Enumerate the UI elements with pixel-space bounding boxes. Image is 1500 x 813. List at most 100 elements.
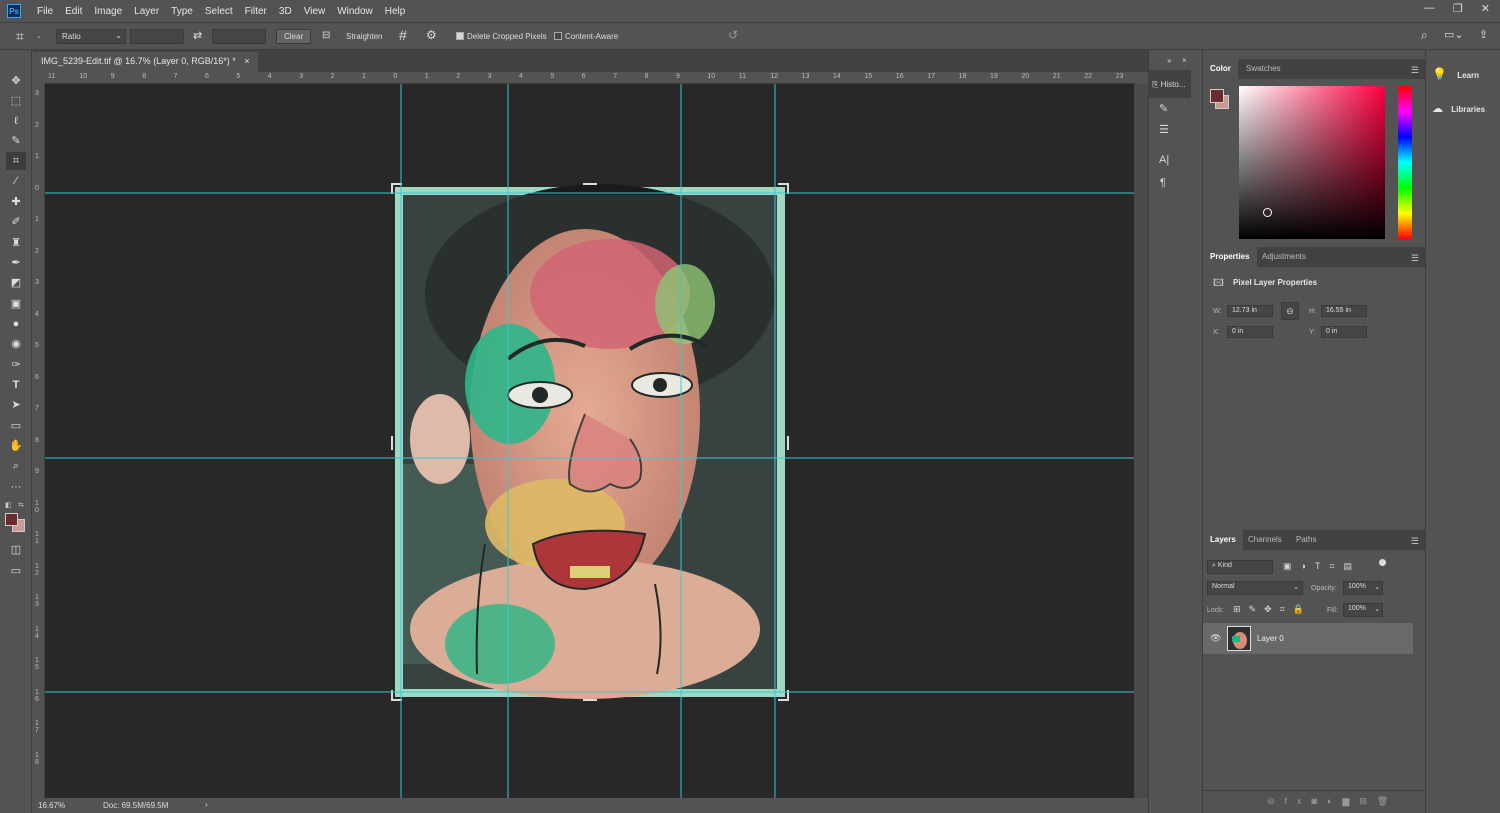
restore-icon[interactable]: ❐ <box>1453 2 1463 15</box>
vertical-ruler[interactable]: 32101234567891 01 11 21 31 41 51 61 71 8 <box>33 84 45 798</box>
healing-brush-tool-icon[interactable]: ✚ <box>6 193 26 211</box>
gradient-tool-icon[interactable]: ▣ <box>6 295 26 313</box>
menu-image[interactable]: Image <box>88 6 128 17</box>
layer-kind-filter[interactable]: ⌕ Kind <box>1207 560 1273 574</box>
ratio-select[interactable]: Ratio ⌄ <box>56 29 126 44</box>
menu-view[interactable]: View <box>298 6 332 17</box>
search-icon[interactable]: ⌕ <box>1421 28 1428 43</box>
lock-icons[interactable]: ⊞✎✥⌗🔒 <box>1233 604 1312 615</box>
color-field[interactable] <box>1239 86 1385 239</box>
menu-select[interactable]: Select <box>199 6 239 17</box>
tab-properties[interactable]: Properties <box>1203 247 1257 267</box>
menu-type[interactable]: Type <box>165 6 199 17</box>
close-tab-icon[interactable]: × <box>244 56 249 66</box>
close-icon[interactable]: ✕ <box>1481 2 1490 15</box>
tab-layers[interactable]: Layers <box>1203 530 1243 550</box>
tab-adjustments[interactable]: Adjustments <box>1255 247 1313 267</box>
visibility-eye-icon[interactable]: 👁 <box>1210 633 1221 644</box>
color-picker-cursor[interactable] <box>1263 208 1272 217</box>
layer-name[interactable]: Layer 0 <box>1257 634 1284 643</box>
share-icon[interactable]: ⇪ <box>1479 28 1488 41</box>
marquee-tool-icon[interactable]: ⬚ <box>6 92 26 110</box>
minimize-icon[interactable]: — <box>1424 2 1435 15</box>
width-field[interactable]: 12.73 in <box>1227 305 1273 317</box>
layer-footer-icons[interactable]: ⊖fx◙◐▆⊞🗑 <box>1267 796 1398 807</box>
tab-color[interactable]: Color <box>1203 59 1238 79</box>
brush-tool-icon[interactable]: ✐ <box>6 213 26 231</box>
move-tool-icon[interactable]: ✥ <box>6 72 26 90</box>
menu-filter[interactable]: Filter <box>239 6 273 17</box>
eraser-tool-icon[interactable]: ◩ <box>6 274 26 292</box>
adjust-icon[interactable]: ☰ <box>1159 123 1169 136</box>
layer-row[interactable]: 👁 Layer 0 <box>1203 623 1413 654</box>
delete-cropped-checkbox[interactable]: Delete Cropped Pixels <box>456 32 547 41</box>
document-tab[interactable]: IMG_5239-Edit.tif @ 16.7% (Layer 0, RGB/… <box>33 52 258 72</box>
height-field[interactable]: 16.55 in <box>1321 305 1367 317</box>
swap-icon[interactable]: ⇄ <box>193 29 202 42</box>
color-panel-menu-icon[interactable]: ☰ <box>1411 65 1419 76</box>
lasso-tool-icon[interactable]: ℓ <box>6 112 26 130</box>
screen-mode-icon[interactable]: ▭ <box>6 562 26 580</box>
blend-mode-select[interactable]: Normal ⌄ <box>1207 581 1303 595</box>
menu-3d[interactable]: 3D <box>273 6 298 17</box>
clear-button[interactable]: Clear <box>276 29 312 44</box>
content-aware-checkbox[interactable]: Content-Aware <box>554 32 618 41</box>
chevron-down-icon[interactable]: ⌄ <box>36 32 42 40</box>
brush-settings-icon[interactable]: ✎ <box>1159 102 1168 115</box>
rectangle-tool-icon[interactable]: ▭ <box>6 417 26 435</box>
zoom-tool-icon[interactable]: ⌕ <box>6 457 26 475</box>
straighten-icon[interactable]: ⊟ <box>322 30 330 41</box>
straighten-label[interactable]: Straighten <box>346 32 382 41</box>
dodge-tool-icon[interactable]: ◉ <box>6 335 26 353</box>
overlay-grid-icon[interactable]: # <box>399 27 407 43</box>
ratio-height-field[interactable] <box>212 29 266 44</box>
zoom-level[interactable]: 16.67% <box>38 801 65 810</box>
path-selection-tool-icon[interactable]: ➤ <box>6 396 26 414</box>
status-menu-chevron-icon[interactable]: › <box>205 800 208 809</box>
libraries-button[interactable]: ☁ Libraries <box>1432 102 1485 115</box>
blur-tool-icon[interactable]: ● <box>6 315 26 333</box>
default-colors-icon[interactable]: ◧ <box>5 501 12 509</box>
swap-colors-icon[interactable]: ⇆ <box>18 501 24 509</box>
tab-channels[interactable]: Channels <box>1241 530 1289 550</box>
pen-tool-icon[interactable]: ✑ <box>6 356 26 374</box>
menu-layer[interactable]: Layer <box>128 6 165 17</box>
canvas-area[interactable] <box>45 84 1134 798</box>
history-panel-button[interactable]: ⎘ Histo... <box>1149 70 1191 98</box>
close-dock-icon[interactable]: × <box>1182 56 1187 65</box>
gear-icon[interactable]: ⚙ <box>426 28 437 42</box>
horizontal-ruler[interactable]: 11 10 9 8 7 6 5 4 3 2 1 0 1 2 3 4 5 6 7 8 9 10 11 12 13 14 15 16 17 1… <box>45 72 1135 84</box>
expand-panels-icon[interactable]: » <box>1167 56 1171 65</box>
opacity-field[interactable]: 100% ⌄ <box>1343 581 1383 595</box>
reset-icon[interactable]: ↺ <box>728 28 738 42</box>
history-brush-tool-icon[interactable]: ✒ <box>6 254 26 272</box>
workspace-icon[interactable]: ▭⌄ <box>1444 28 1464 41</box>
type-tool-icon[interactable]: T <box>6 376 26 394</box>
hand-tool-icon[interactable]: ✋ <box>6 437 26 455</box>
crop-tool-preset-icon[interactable]: ⌗ <box>16 28 24 45</box>
clone-stamp-tool-icon[interactable]: ♜ <box>6 234 26 252</box>
paragraph-icon[interactable]: ¶ <box>1160 177 1166 189</box>
tab-paths[interactable]: Paths <box>1289 530 1323 550</box>
canvas-vertical-scroll[interactable] <box>1134 84 1148 798</box>
color-panel-foreground-swatch[interactable] <box>1210 89 1224 103</box>
more-tools-icon[interactable]: ··· <box>6 478 26 496</box>
tab-swatches[interactable]: Swatches <box>1239 59 1288 79</box>
eyedropper-tool-icon[interactable]: ⁄ <box>6 172 26 190</box>
y-field[interactable]: 0 in <box>1321 326 1367 338</box>
properties-panel-menu-icon[interactable]: ☰ <box>1411 253 1419 264</box>
foreground-color-swatch[interactable] <box>5 513 18 526</box>
menu-help[interactable]: Help <box>379 6 412 17</box>
quick-mask-icon[interactable]: ◫ <box>6 541 26 559</box>
menu-file[interactable]: File <box>31 6 59 17</box>
learn-button[interactable]: 💡 Learn <box>1432 67 1479 81</box>
crop-tool-icon[interactable]: ⌗ <box>6 152 26 170</box>
link-icon[interactable]: ⊖ <box>1281 302 1299 320</box>
character-icon[interactable]: A| <box>1159 154 1169 166</box>
fill-field[interactable]: 100% ⌄ <box>1343 603 1383 617</box>
x-field[interactable]: 0 in <box>1227 326 1273 338</box>
layers-panel-menu-icon[interactable]: ☰ <box>1411 536 1419 547</box>
filter-toggle-icon[interactable] <box>1379 559 1386 566</box>
quick-select-tool-icon[interactable]: ✎ <box>6 132 26 150</box>
layer-filter-icons[interactable]: ▣◑T⌗▤ <box>1283 561 1361 572</box>
